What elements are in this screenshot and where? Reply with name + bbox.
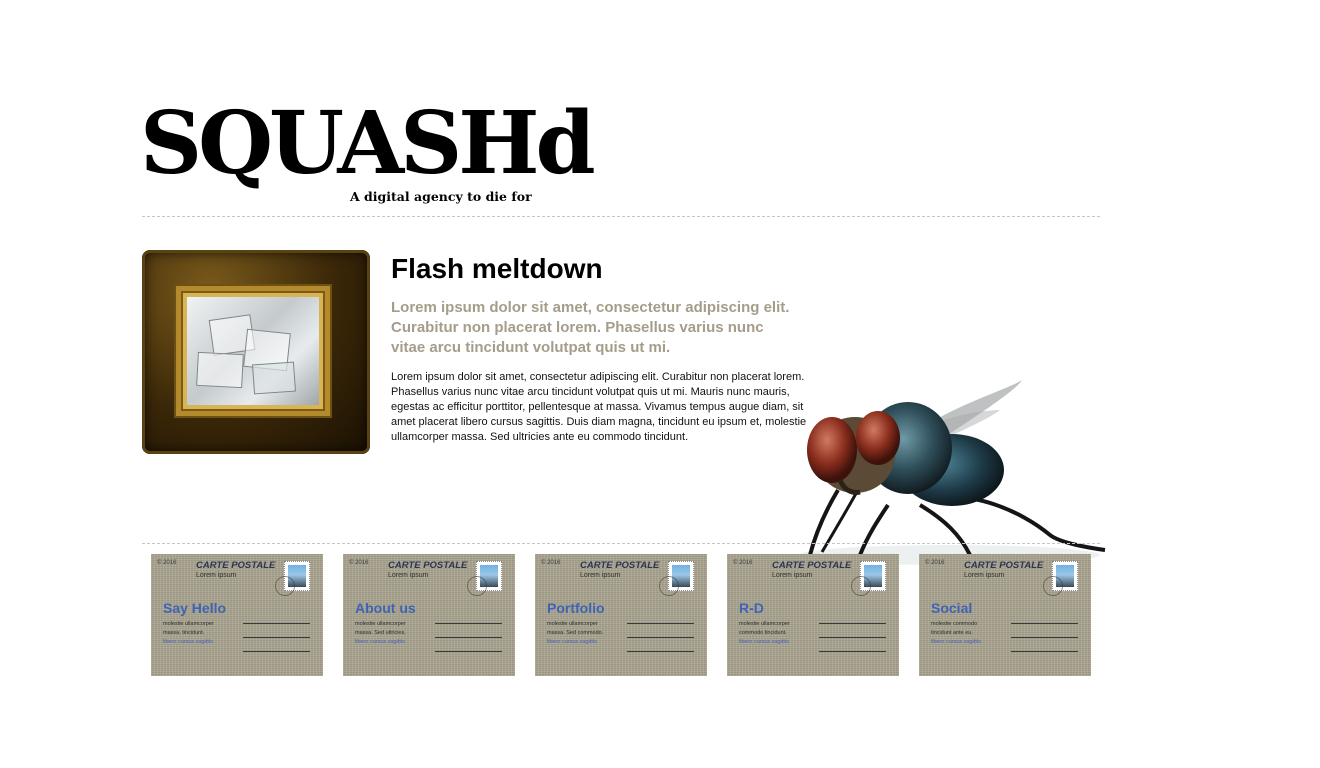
postcard-text-line: commodo tincidunt. — [739, 630, 787, 636]
postcard-year: © 2016 — [925, 560, 945, 566]
fly-image — [800, 380, 1106, 565]
postmark-icon — [659, 576, 679, 596]
postcard-link[interactable]: libero cursus sagittis. — [547, 639, 598, 645]
postcard-about-us[interactable]: © 2016 CARTE POSTALE Lorem ipsum About u… — [343, 554, 515, 676]
address-line — [819, 623, 886, 624]
ice-cube — [252, 361, 296, 395]
postcard-heading: CARTE POSTALE — [964, 560, 1044, 571]
site-logo[interactable]: SQUASHd — [140, 96, 596, 192]
article-title: Flash meltdown — [391, 253, 603, 284]
address-line — [243, 623, 310, 624]
address-line — [627, 637, 694, 638]
postcard-subheading: Lorem ipsum — [196, 572, 237, 579]
frame-inner-border — [176, 286, 330, 416]
postcard-link[interactable]: libero cursus sagittis. — [739, 639, 790, 645]
ice-cubes-image — [187, 297, 319, 405]
postcard-year: © 2016 — [349, 560, 369, 566]
divider-top — [142, 216, 1100, 217]
postcard-link[interactable]: libero cursus sagittis. — [931, 639, 982, 645]
postcard-heading: CARTE POSTALE — [580, 560, 660, 571]
postcard-text-line: molestie ullamcorper — [355, 621, 406, 627]
postcard-title[interactable]: Portfolio — [547, 600, 605, 616]
address-line — [1011, 637, 1078, 638]
address-line — [627, 651, 694, 652]
divider-bottom — [142, 543, 1100, 544]
address-line — [1011, 623, 1078, 624]
postcard-year: © 2016 — [733, 560, 753, 566]
address-line — [243, 651, 310, 652]
address-line — [435, 637, 502, 638]
postcard-subheading: Lorem ipsum — [580, 572, 621, 579]
postcard-title[interactable]: About us — [355, 600, 416, 616]
postcard-heading: CARTE POSTALE — [388, 560, 468, 571]
ice-cube — [196, 351, 244, 389]
postcard-text-line: massa. Sed commodo. — [547, 630, 604, 636]
article-lead: Lorem ipsum dolor sit amet, consectetur … — [391, 299, 790, 356]
postcard-title[interactable]: Say Hello — [163, 600, 226, 616]
tagline: A digital agency to die for — [350, 189, 532, 204]
postcard-link[interactable]: libero cursus sagittis. — [355, 639, 406, 645]
postcard-social[interactable]: © 2016 CARTE POSTALE Lorem ipsum Social … — [919, 554, 1091, 676]
address-line — [819, 637, 886, 638]
postcard-link[interactable]: libero cursus sagittis. — [163, 639, 214, 645]
address-line — [1011, 651, 1078, 652]
postcard-text-line: massa. tincidunt. — [163, 630, 205, 636]
postcard-text-line: molestie ullamcorper — [739, 621, 790, 627]
article-body: Lorem ipsum dolor sit amet, consectetur … — [391, 371, 807, 443]
postcard-subheading: Lorem ipsum — [388, 572, 429, 579]
postcard-portfolio[interactable]: © 2016 CARTE POSTALE Lorem ipsum Portfol… — [535, 554, 707, 676]
postcard-text-line: molestie ullamcorper — [163, 621, 214, 627]
postcard-title[interactable]: R-D — [739, 600, 764, 616]
postcard-title[interactable]: Social — [931, 600, 972, 616]
address-line — [435, 651, 502, 652]
framed-picture — [142, 250, 370, 454]
postmark-icon — [1043, 576, 1063, 596]
postcard-text-line: tincidunt ante eu. — [931, 630, 973, 636]
postcard-text-line: molestie commodo — [931, 621, 978, 627]
postcard-text-line: massa. Sed ultricies. — [355, 630, 406, 636]
postcard-r-d[interactable]: © 2016 CARTE POSTALE Lorem ipsum R-D mol… — [727, 554, 899, 676]
postcard-say-hello[interactable]: © 2016 CARTE POSTALE Lorem ipsum Say Hel… — [151, 554, 323, 676]
address-line — [819, 651, 886, 652]
postcard-heading: CARTE POSTALE — [772, 560, 852, 571]
address-line — [243, 637, 310, 638]
postcard-year: © 2016 — [157, 560, 177, 566]
postmark-icon — [275, 576, 295, 596]
article: Flash meltdown Lorem ipsum dolor sit ame… — [391, 254, 811, 445]
postcard-year: © 2016 — [541, 560, 561, 566]
postcard-text-line: molestie ullamcorper — [547, 621, 598, 627]
address-line — [435, 623, 502, 624]
postcard-subheading: Lorem ipsum — [964, 572, 1005, 579]
postmark-icon — [851, 576, 871, 596]
postcard-heading: CARTE POSTALE — [196, 560, 276, 571]
address-line — [627, 623, 694, 624]
postcard-subheading: Lorem ipsum — [772, 572, 813, 579]
postmark-icon — [467, 576, 487, 596]
